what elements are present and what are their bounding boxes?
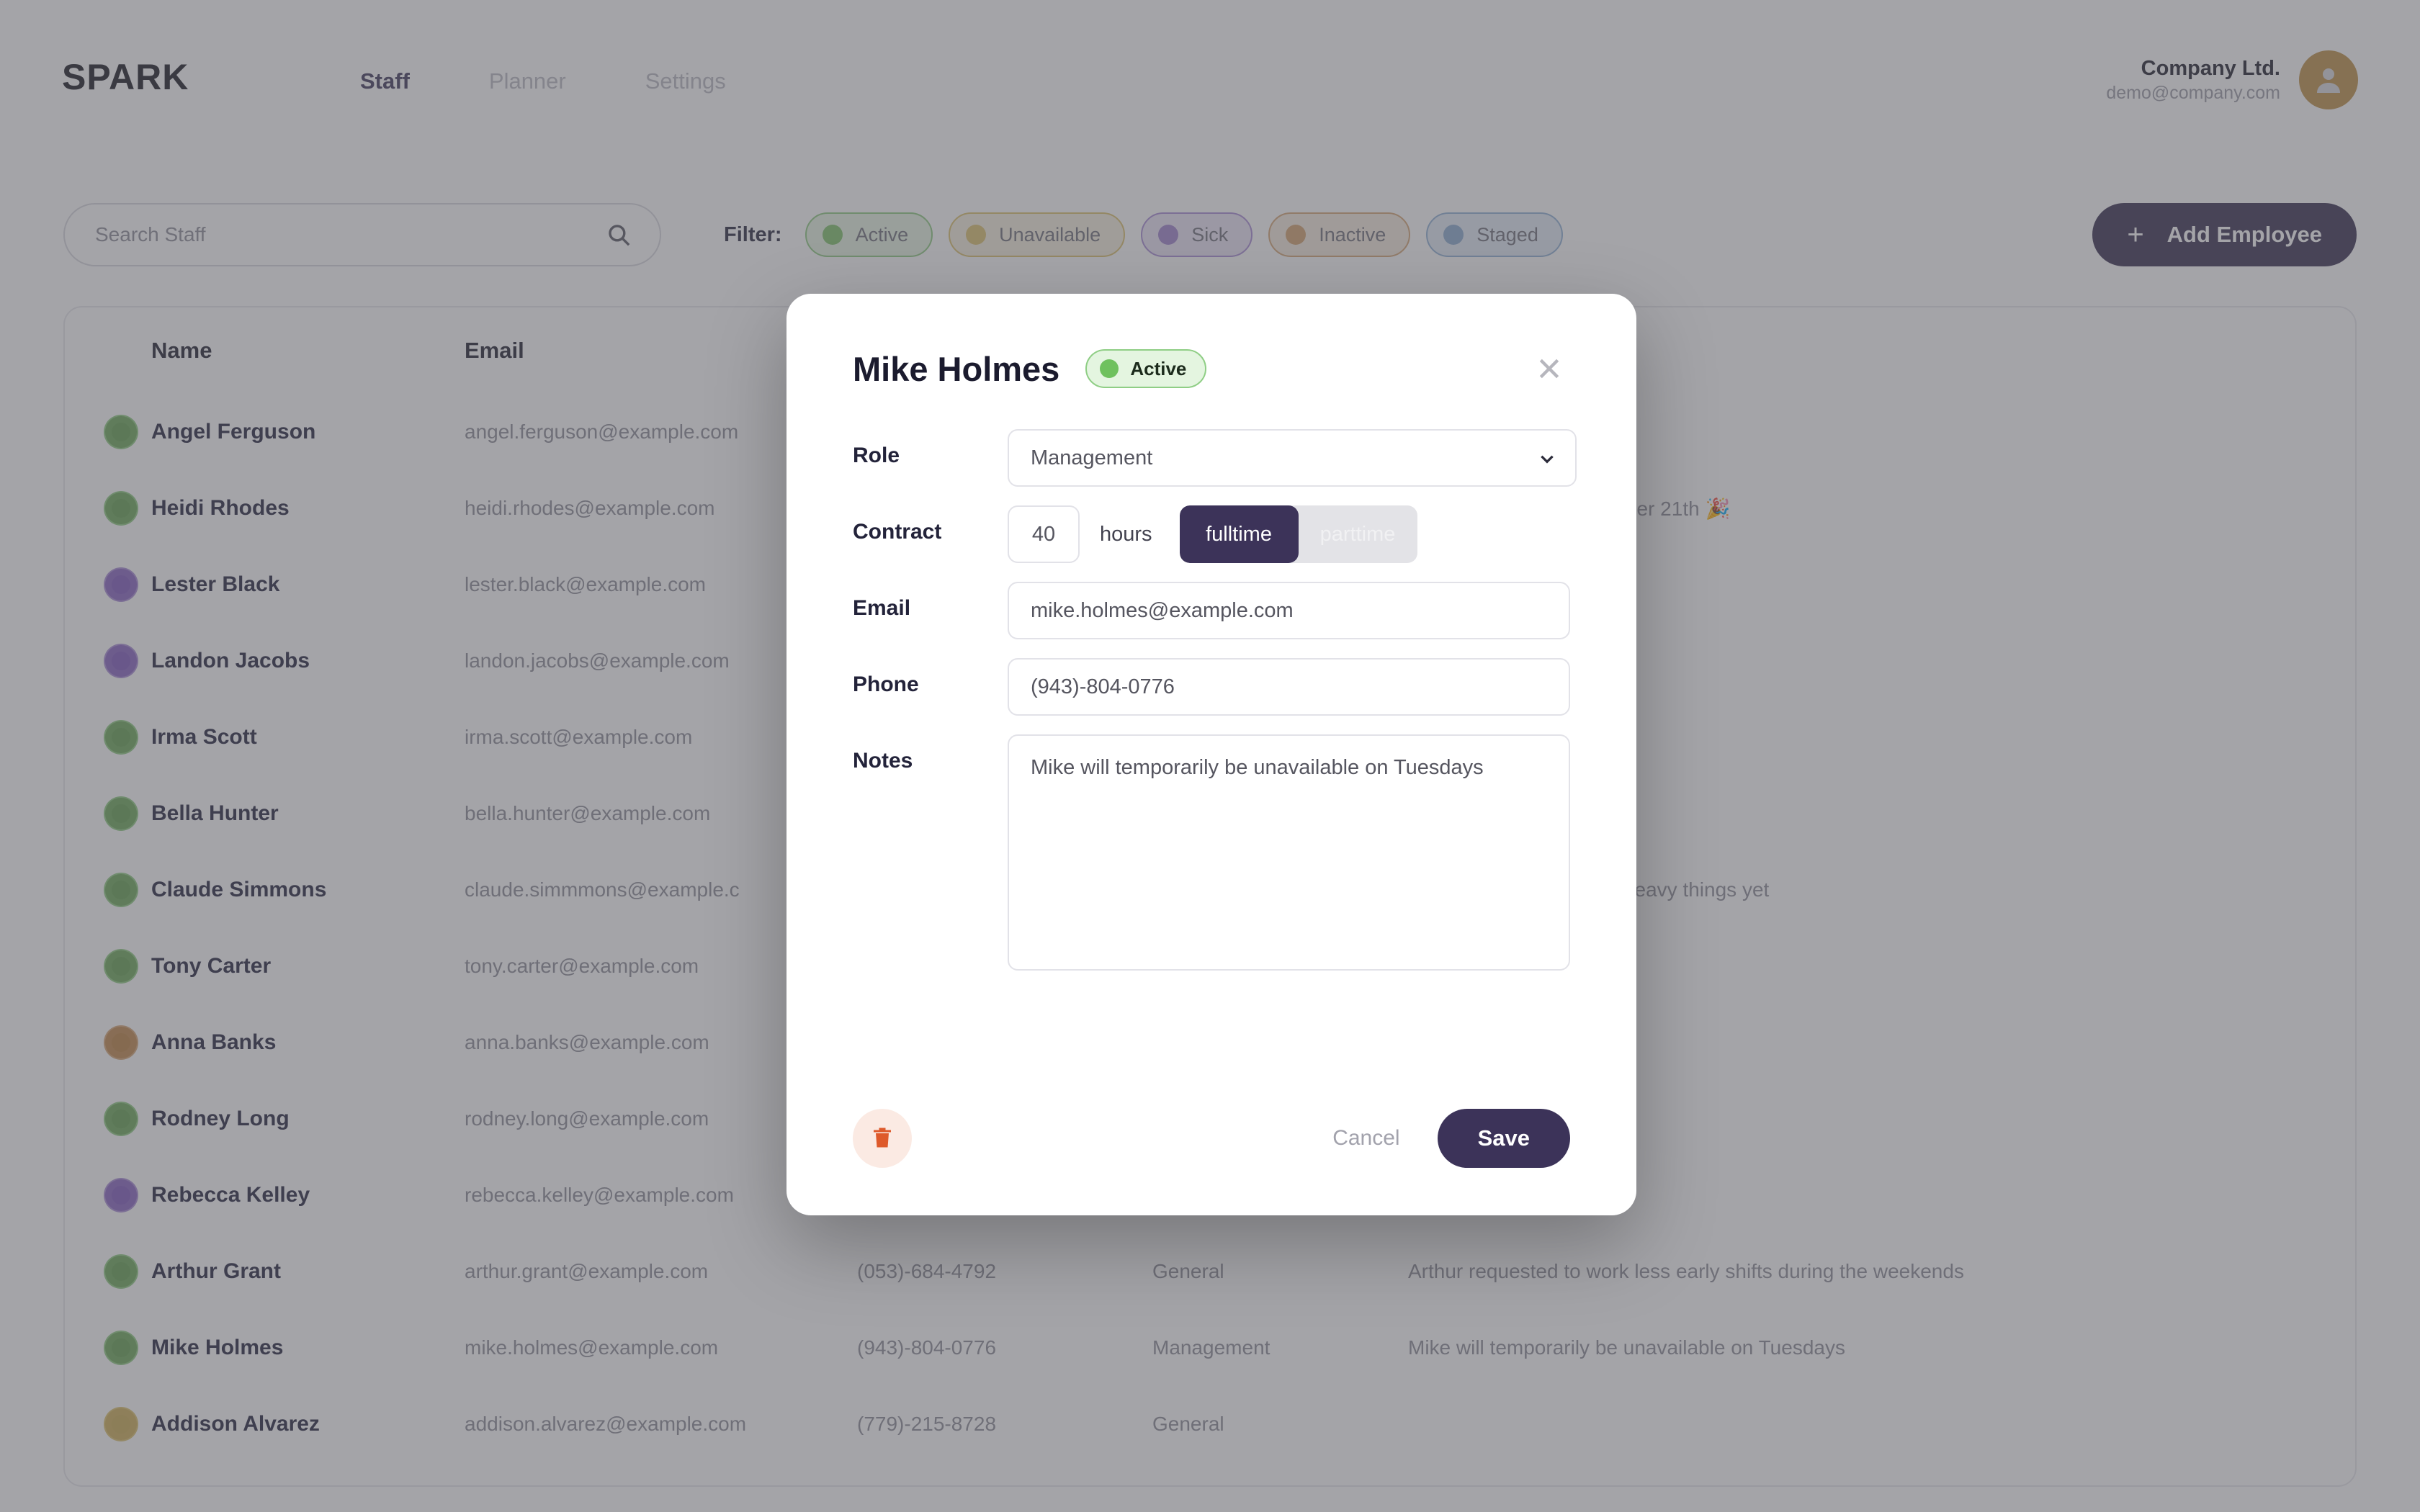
contract-type-toggle: fulltime parttime: [1179, 505, 1417, 563]
modal-footer: Cancel Save: [853, 1109, 1570, 1168]
hours-unit-label: hours: [1100, 522, 1152, 546]
role-select-wrap[interactable]: [1008, 429, 1577, 487]
contract-controls: hours fulltime parttime: [1008, 505, 1417, 563]
modal-header: Mike Holmes Active: [853, 336, 1570, 402]
email-field[interactable]: [1008, 582, 1570, 639]
email-label: Email: [853, 596, 911, 620]
contract-label: Contract: [853, 520, 942, 544]
modal-overlay[interactable]: Mike Holmes Active Role Contract: [0, 0, 2420, 1512]
phone-field[interactable]: [1008, 658, 1570, 716]
role-row: Role: [853, 429, 1577, 487]
contract-hours-input[interactable]: [1008, 505, 1080, 563]
trash-icon: [869, 1125, 895, 1153]
role-select[interactable]: [1008, 429, 1577, 487]
save-button[interactable]: Save: [1437, 1109, 1570, 1168]
status-badge-label: Active: [1130, 357, 1187, 379]
notes-field[interactable]: [1008, 734, 1570, 971]
cancel-button[interactable]: Cancel: [1332, 1126, 1399, 1151]
notes-row: Notes: [853, 734, 1570, 971]
phone-row: Phone: [853, 658, 1570, 716]
role-label: Role: [853, 444, 900, 467]
delete-employee-button[interactable]: [853, 1109, 912, 1168]
edit-employee-modal: Mike Holmes Active Role Contract: [786, 294, 1636, 1215]
email-row: Email: [853, 582, 1570, 639]
contract-row: Contract hours fulltime parttime: [853, 505, 1570, 563]
status-dot-icon: [1100, 359, 1119, 378]
contract-fulltime-button[interactable]: fulltime: [1179, 505, 1299, 563]
close-icon[interactable]: [1528, 348, 1570, 390]
status-badge[interactable]: Active: [1085, 349, 1207, 388]
phone-label: Phone: [853, 672, 919, 696]
contract-parttime-button[interactable]: parttime: [1299, 505, 1417, 563]
notes-label: Notes: [853, 749, 913, 773]
modal-title: Mike Holmes: [853, 349, 1060, 388]
employee-form: Role Contract hours fulltime parttime: [853, 429, 1577, 971]
